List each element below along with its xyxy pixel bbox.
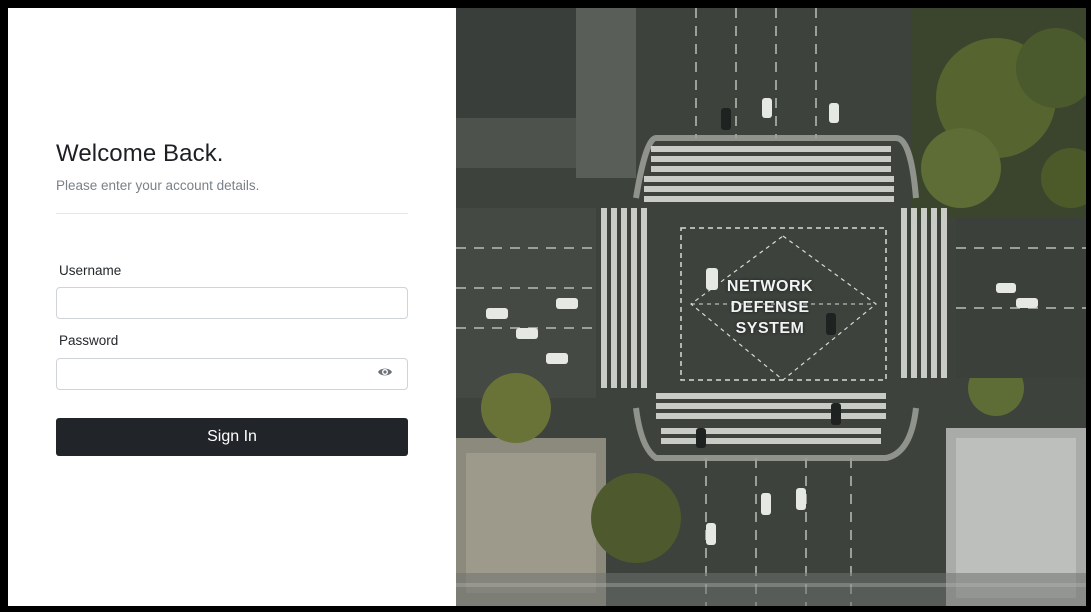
username-input[interactable]	[56, 287, 408, 319]
login-panel: Welcome Back. Please enter your account …	[8, 8, 456, 606]
username-label: Username	[59, 263, 122, 278]
hero-image: NETWORK DEFENSE SYSTEM	[456, 8, 1086, 606]
hero-title-line: NETWORK	[726, 278, 814, 295]
show-password-eye-icon[interactable]	[376, 365, 394, 379]
divider	[56, 213, 408, 214]
login-window: Welcome Back. Please enter your account …	[8, 8, 1086, 606]
password-input[interactable]	[56, 358, 408, 390]
hero-title-line: SYSTEM	[735, 320, 805, 337]
password-label: Password	[59, 333, 119, 348]
hero-title-line: DEFENSE	[730, 299, 810, 316]
page-title: Welcome Back.	[56, 140, 224, 167]
page-subtitle: Please enter your account details.	[56, 178, 260, 193]
sign-in-button[interactable]: Sign In	[56, 418, 408, 456]
hero-title: NETWORK DEFENSE SYSTEM	[711, 276, 829, 339]
